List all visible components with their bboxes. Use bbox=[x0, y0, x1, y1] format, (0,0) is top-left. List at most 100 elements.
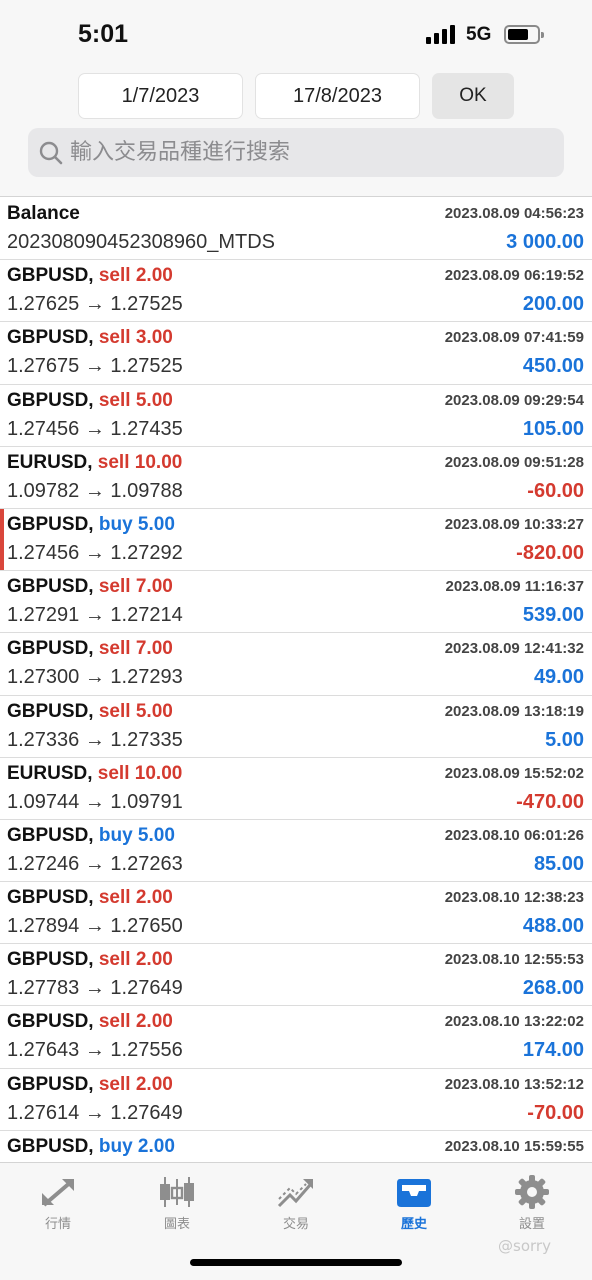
history-row[interactable]: GBPUSD, sell 5.00 2023.08.09 09:29:54 1.27… bbox=[0, 385, 592, 447]
history-row[interactable]: GBPUSD, sell 7.00 2023.08.09 11:16:37 1.27… bbox=[0, 571, 592, 634]
quotes-icon bbox=[42, 1179, 74, 1207]
history-row[interactable]: GBPUSD, sell 7.00 2023.08.09 12:41:32 1.27… bbox=[0, 633, 592, 696]
side-label: sell bbox=[97, 762, 130, 784]
volume-label: 7.00 bbox=[135, 576, 173, 598]
trade-side: sell 2.00 bbox=[99, 1074, 173, 1095]
trade-side: sell 2.00 bbox=[99, 887, 173, 908]
symbol-name: GBPUSD, bbox=[7, 265, 94, 287]
status-time: 5:01 bbox=[78, 20, 129, 48]
history-row[interactable]: GBPUSD, sell 2.00 2023.08.10 12:55:53 1.27… bbox=[0, 944, 592, 1007]
date-from-field[interactable]: 1/7/2023 bbox=[78, 73, 243, 119]
tab-chart[interactable]: 圖表 bbox=[127, 1171, 227, 1241]
trade-profit: 85.00 bbox=[533, 852, 584, 875]
history-row[interactable]: GBPUSD, sell 2.00 2023.08.10 13:22:02 1.27… bbox=[0, 1006, 592, 1069]
tab-history[interactable]: 歷史 bbox=[364, 1171, 464, 1241]
trade-detail: 202308090452308960_MTDS bbox=[7, 231, 275, 253]
trade-datetime: 2023.08.09 06:19:52 bbox=[444, 267, 584, 285]
trade-profit: 539.00 bbox=[522, 604, 584, 627]
trade-side: buy 5.00 bbox=[99, 514, 175, 535]
trade-datetime: 2023.08.09 15:52:02 bbox=[444, 764, 584, 782]
trade-side: sell 7.00 bbox=[99, 638, 173, 659]
trade-profit: -70.00 bbox=[527, 1101, 584, 1124]
ok-button[interactable]: OK bbox=[432, 73, 514, 119]
side-label: buy bbox=[98, 824, 133, 846]
trade-profit: 49.00 bbox=[533, 666, 584, 689]
trade-symbol: Balance bbox=[7, 203, 80, 225]
volume-label: 7.00 bbox=[135, 638, 173, 660]
history-row[interactable]: GBPUSD, buy 2.00 2023.08.10 15:59:55 bbox=[0, 1131, 592, 1162]
volume-label: 2.00 bbox=[137, 1135, 175, 1157]
search-bar[interactable] bbox=[28, 128, 564, 177]
trade-symbol: GBPUSD, sell 7.00 bbox=[7, 638, 173, 660]
tab-label-trade: 交易 bbox=[282, 1217, 309, 1232]
history-row[interactable]: EURUSD, sell 10.00 2023.08.09 09:51:28 1.0… bbox=[0, 447, 592, 509]
history-list[interactable]: Balance 2023.08.09 04:56:23 20230809045230… bbox=[0, 198, 592, 1162]
search-input[interactable] bbox=[70, 140, 530, 165]
trade-side: buy 2.00 bbox=[99, 1136, 175, 1157]
history-row[interactable]: GBPUSD, buy 5.00 2023.08.09 10:33:27 1.274… bbox=[0, 508, 592, 572]
trade-profit: 450.00 bbox=[522, 355, 584, 378]
tab-trade[interactable]: 交易 bbox=[246, 1171, 346, 1241]
network-type: 5G bbox=[466, 24, 492, 45]
trade-datetime: 2023.08.10 13:22:02 bbox=[444, 1013, 584, 1031]
volume-label: 5.00 bbox=[135, 700, 173, 722]
date-to-field[interactable]: 17/8/2023 bbox=[255, 73, 420, 119]
trade-side: sell 7.00 bbox=[99, 576, 173, 597]
history-row[interactable]: EURUSD, sell 10.00 2023.08.09 15:52:02 1.0… bbox=[0, 758, 592, 820]
trade-symbol: GBPUSD, sell 2.00 bbox=[7, 1011, 173, 1033]
trade-profit: 268.00 bbox=[522, 977, 584, 1000]
history-row[interactable]: GBPUSD, sell 2.00 2023.08.10 12:38:23 1.27… bbox=[0, 882, 592, 945]
symbol-name: GBPUSD, bbox=[7, 1135, 94, 1157]
trade-side: sell 10.00 bbox=[98, 452, 183, 473]
history-row[interactable]: GBPUSD, sell 2.00 2023.08.09 06:19:52 1.27… bbox=[0, 260, 592, 323]
history-row[interactable]: GBPUSD, sell 3.00 2023.08.09 07:41:59 1.27… bbox=[0, 322, 592, 385]
trade-detail: 1.27894 → 1.27650 bbox=[7, 915, 183, 938]
volume-label: 2.00 bbox=[135, 887, 173, 909]
trade-detail: 1.27456 → 1.27435 bbox=[7, 417, 183, 440]
trade-symbol: EURUSD, sell 10.00 bbox=[7, 452, 182, 474]
trade-profit: -820.00 bbox=[516, 541, 584, 564]
trade-datetime: 2023.08.09 12:41:32 bbox=[444, 640, 584, 658]
trade-symbol: GBPUSD, sell 2.00 bbox=[7, 887, 173, 909]
trade-datetime: 2023.08.09 04:56:23 bbox=[444, 205, 584, 222]
trade-detail: 1.27336 → 1.27335 bbox=[7, 728, 183, 751]
trade-datetime: 2023.08.10 12:55:53 bbox=[444, 951, 584, 969]
volume-label: 5.00 bbox=[137, 824, 175, 846]
volume-label: 10.00 bbox=[134, 451, 183, 473]
trade-datetime: 2023.08.10 06:01:26 bbox=[444, 826, 584, 844]
trade-symbol: GBPUSD, buy 5.00 bbox=[7, 825, 175, 847]
history-icon bbox=[397, 1179, 431, 1207]
trade-profit: 5.00 bbox=[545, 728, 584, 751]
trade-detail: 1.27625 → 1.27525 bbox=[7, 293, 183, 316]
history-row[interactable]: GBPUSD, sell 5.00 2023.08.09 13:18:19 1.27… bbox=[0, 696, 592, 758]
tab-quotes[interactable]: 行情 bbox=[8, 1171, 108, 1241]
side-label: sell bbox=[97, 451, 130, 473]
side-label: sell bbox=[98, 265, 131, 287]
trade-datetime: 2023.08.09 11:16:37 bbox=[445, 578, 584, 596]
trade-datetime: 2023.08.09 10:33:27 bbox=[444, 515, 584, 533]
trade-profit: 105.00 bbox=[522, 417, 584, 440]
history-row[interactable]: Balance 2023.08.09 04:56:23 20230809045230… bbox=[0, 198, 592, 261]
trade-detail: 1.09744 → 1.09791 bbox=[7, 790, 183, 813]
battery-icon bbox=[504, 25, 544, 44]
tab-settings[interactable]: 設置 bbox=[482, 1171, 582, 1241]
volume-label: 10.00 bbox=[134, 762, 183, 784]
side-label: sell bbox=[98, 327, 131, 349]
trade-symbol: GBPUSD, buy 5.00 bbox=[7, 514, 175, 536]
trade-symbol: GBPUSD, buy 2.00 bbox=[7, 1136, 175, 1158]
side-label: sell bbox=[98, 700, 131, 722]
side-label: sell bbox=[98, 1011, 131, 1033]
status-bar: 5:01 5G bbox=[0, 0, 592, 66]
history-row[interactable]: GBPUSD, sell 2.00 2023.08.10 13:52:12 1.27… bbox=[0, 1069, 592, 1131]
trade-datetime: 2023.08.09 09:51:28 bbox=[444, 453, 584, 471]
chart-icon bbox=[160, 1177, 194, 1207]
trade-detail: 1.27300 → 1.27293 bbox=[7, 666, 183, 689]
symbol-name: GBPUSD, bbox=[7, 576, 94, 598]
home-indicator[interactable] bbox=[190, 1259, 402, 1266]
history-row[interactable]: GBPUSD, buy 5.00 2023.08.10 06:01:26 1.272… bbox=[0, 820, 592, 883]
side-label: sell bbox=[98, 576, 131, 598]
trade-detail: 1.27783 → 1.27649 bbox=[7, 977, 183, 1000]
symbol-name: Balance bbox=[7, 203, 80, 224]
search-icon bbox=[39, 141, 63, 164]
trade-detail: 1.27246 → 1.27263 bbox=[7, 852, 183, 875]
